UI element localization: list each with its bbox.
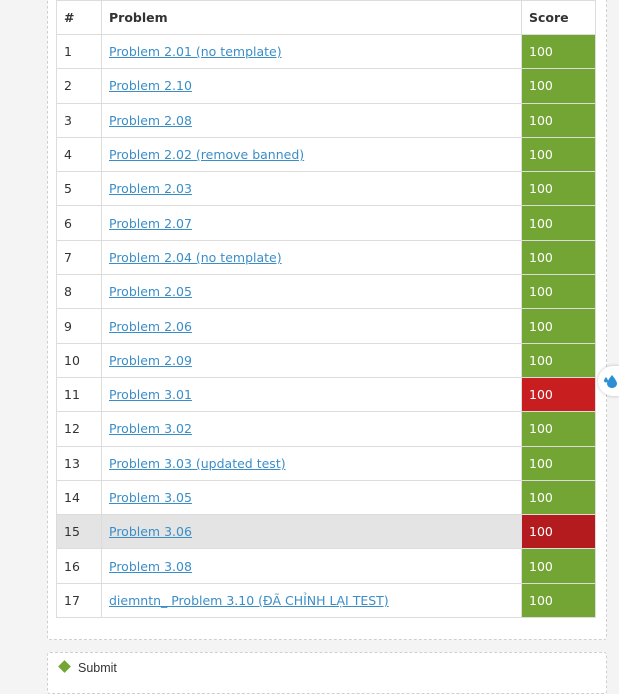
table-row: 4 Problem 2.02 (remove banned) 100 — [56, 136, 596, 173]
row-problem-cell: Problem 2.10 — [101, 68, 522, 104]
row-problem-cell: Problem 2.08 — [101, 102, 522, 138]
table-row: 14 Problem 3.05 100 — [56, 479, 596, 516]
row-problem-cell: Problem 2.07 — [101, 205, 522, 241]
score-cell: 100 — [521, 136, 596, 173]
score-cell: 100 — [521, 33, 596, 70]
score-cell: 100 — [521, 102, 596, 138]
problem-link[interactable]: Problem 2.01 (no template) — [109, 44, 282, 59]
score-cell: 100 — [521, 239, 596, 276]
table-row: 13 Problem 3.03 (updated test) 100 — [56, 445, 596, 481]
table-row: 9 Problem 2.06 100 — [56, 308, 596, 344]
row-number: 5 — [56, 171, 102, 207]
row-number: 4 — [56, 136, 102, 173]
row-number: 7 — [56, 239, 102, 276]
problem-link[interactable]: Problem 2.03 — [109, 181, 192, 196]
row-number: 9 — [56, 308, 102, 344]
header-num: # — [56, 0, 102, 35]
score-cell: 100 — [521, 582, 596, 619]
problem-link[interactable]: Problem 3.06 — [109, 524, 192, 539]
row-problem-cell: Problem 2.09 — [101, 342, 522, 378]
problem-link[interactable]: Problem 3.08 — [109, 559, 192, 574]
score-cell: 100 — [521, 68, 596, 104]
table-row: 10 Problem 2.09 100 — [56, 342, 596, 378]
table-row: 15 Problem 3.06 100 — [56, 514, 596, 550]
score-cell: 100 — [521, 308, 596, 344]
table-header-row: # Problem Score — [56, 0, 596, 35]
problem-link[interactable]: Problem 2.10 — [109, 78, 192, 93]
row-problem-cell: Problem 3.08 — [101, 548, 522, 584]
row-number: 11 — [56, 376, 102, 413]
problem-link[interactable]: diemntn_ Problem 3.10 (ĐÃ CHỈNH LẠI TEST… — [109, 593, 389, 608]
problem-link[interactable]: Problem 2.05 — [109, 284, 192, 299]
table-row: 11 Problem 3.01 100 — [56, 376, 596, 413]
row-number: 6 — [56, 205, 102, 241]
score-cell: 100 — [521, 479, 596, 516]
table-row: 2 Problem 2.10 100 — [56, 68, 596, 104]
row-problem-cell: Problem 3.06 — [101, 514, 522, 550]
row-problem-cell: Problem 2.03 — [101, 171, 522, 207]
header-score: Score — [521, 0, 596, 35]
problem-link[interactable]: Problem 3.01 — [109, 387, 192, 402]
table-row: 6 Problem 2.07 100 — [56, 205, 596, 241]
score-cell: 100 — [521, 445, 596, 481]
row-problem-cell: Problem 2.02 (remove banned) — [101, 136, 522, 173]
row-problem-cell: Problem 3.05 — [101, 479, 522, 516]
row-problem-cell: Problem 2.06 — [101, 308, 522, 344]
row-number: 13 — [56, 445, 102, 481]
row-problem-cell: diemntn_ Problem 3.10 (ĐÃ CHỈNH LẠI TEST… — [101, 582, 522, 619]
row-problem-cell: Problem 2.05 — [101, 274, 522, 310]
row-number: 2 — [56, 68, 102, 104]
problem-link[interactable]: Problem 2.08 — [109, 113, 192, 128]
score-cell: 100 — [521, 171, 596, 207]
row-problem-cell: Problem 3.02 — [101, 411, 522, 447]
score-cell: 100 — [521, 342, 596, 378]
score-cell: 100 — [521, 411, 596, 447]
problem-link[interactable]: Problem 2.06 — [109, 319, 192, 334]
table-row: 17 diemntn_ Problem 3.10 (ĐÃ CHỈNH LẠI TE… — [56, 582, 596, 619]
results-table: # Problem Score 1 Problem 2.01 (no templa… — [56, 0, 596, 619]
submit-label: Submit — [78, 661, 117, 675]
row-number: 3 — [56, 102, 102, 138]
problem-link[interactable]: Problem 2.07 — [109, 216, 192, 231]
score-cell: 100 — [521, 274, 596, 310]
problem-link[interactable]: Problem 3.05 — [109, 490, 192, 505]
row-problem-cell: Problem 3.01 — [101, 376, 522, 413]
droplet-icon — [604, 375, 617, 388]
row-number: 14 — [56, 479, 102, 516]
problem-link[interactable]: Problem 3.03 (updated test) — [109, 456, 286, 471]
row-number: 15 — [56, 514, 102, 550]
problem-link[interactable]: Problem 2.04 (no template) — [109, 250, 282, 265]
score-cell: 100 — [521, 548, 596, 584]
table-row: 8 Problem 2.05 100 — [56, 274, 596, 310]
score-cell: 100 — [521, 514, 596, 550]
problem-link[interactable]: Problem 2.02 (remove banned) — [109, 147, 304, 162]
row-number: 1 — [56, 33, 102, 70]
score-cell: 100 — [521, 376, 596, 413]
problem-link[interactable]: Problem 2.09 — [109, 353, 192, 368]
row-problem-cell: Problem 2.01 (no template) — [101, 33, 522, 70]
row-number: 8 — [56, 274, 102, 310]
score-cell: 100 — [521, 205, 596, 241]
arrow-up-icon — [58, 660, 71, 673]
table-row: 3 Problem 2.08 100 — [56, 102, 596, 138]
table-row: 12 Problem 3.02 100 — [56, 411, 596, 447]
row-number: 10 — [56, 342, 102, 378]
table-row: 5 Problem 2.03 100 — [56, 171, 596, 207]
problem-link[interactable]: Problem 3.02 — [109, 421, 192, 436]
row-number: 12 — [56, 411, 102, 447]
row-problem-cell: Problem 3.03 (updated test) — [101, 445, 522, 481]
table-row: 7 Problem 2.04 (no template) 100 — [56, 239, 596, 276]
row-problem-cell: Problem 2.04 (no template) — [101, 239, 522, 276]
table-row: 16 Problem 3.08 100 — [56, 548, 596, 584]
header-problem: Problem — [101, 0, 522, 35]
row-number: 17 — [56, 582, 102, 619]
row-number: 16 — [56, 548, 102, 584]
submit-panel[interactable]: Submit — [47, 652, 607, 694]
table-row: 1 Problem 2.01 (no template) 100 — [56, 33, 596, 70]
